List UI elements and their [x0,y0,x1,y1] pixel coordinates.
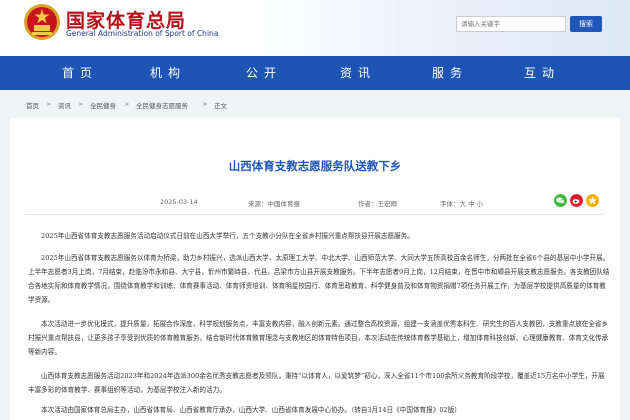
nav-item-organization[interactable]: 机构 [128,56,208,90]
site-subtitle: General Administration of Sport of China [66,29,219,38]
article-paragraph: 2025年山西省体育支教志愿服务以体育为桥梁，助力乡村振兴，选派山西大学、太原理… [28,254,610,304]
article-date: 2025-03-14 [160,198,198,206]
article-paragraph: 2025年山西省体育支教志愿服务活动启动仪式日前在山西大学举行，五个支教小分队在… [41,232,414,240]
wechat-icon[interactable] [554,194,567,207]
font-size-selector[interactable]: 字体：大 中 小 [440,198,483,208]
meta-divider [25,214,605,215]
breadcrumb-home[interactable]: 首页 [26,100,39,110]
nav-item-interaction[interactable]: 互动 [502,56,582,90]
national-emblem-icon[interactable] [22,2,62,42]
article-source: 来源：中国体育报 [248,200,300,208]
main-nav: 首页 机构 公开 资讯 服务 互动 [0,56,630,90]
weibo-icon[interactable] [570,194,583,207]
search-button[interactable]: 搜索 [570,16,602,32]
article-paragraph: 本次活动由国家体育总局主办，山西省体育局、山西省教育厅承办，山西大学、山西省体育… [41,406,461,414]
nav-item-home[interactable]: 首页 [40,56,120,90]
qzone-icon[interactable] [586,194,599,207]
nav-item-service[interactable]: 服务 [410,56,490,90]
article-paragraph: 山西体育支教志愿服务活动2023年和2024年选派300余名优秀支教志愿者及领队… [28,372,605,394]
nav-item-disclosure[interactable]: 公开 [224,56,304,90]
article-panel: 山西体育支教志愿服务队送教下乡 2025-03-14 来源：中国体育报 作者：王… [10,118,620,420]
search-input[interactable] [461,17,561,31]
breadcrumb-separator: > [46,100,52,108]
breadcrumb-current: 正文 [214,102,227,110]
breadcrumb: 首页 > 资讯 > 全民健身 > 全民健身志愿服务 > 正文 [0,96,630,116]
breadcrumb-news[interactable]: 资讯 [58,100,71,110]
breadcrumb-separator: > [202,100,208,108]
article-author: 作者：王宏卿 [358,200,397,208]
breadcrumb-fitness[interactable]: 全民健身 [90,100,116,110]
breadcrumb-volunteer[interactable]: 全民健身志愿服务 [136,100,188,110]
article-paragraph: 本次活动进一步优化模式，提升质量，拓展合作深度，科学规划服务点，丰富支教内容，融… [28,320,609,356]
breadcrumb-separator: > [124,100,130,108]
article-title: 山西体育支教志愿服务队送教下乡 [228,159,402,173]
search-box [456,16,566,32]
breadcrumb-separator: > [78,100,84,108]
nav-item-news[interactable]: 资讯 [318,56,398,90]
site-header: 国家体育总局 General Administration of Sport o… [0,0,630,56]
